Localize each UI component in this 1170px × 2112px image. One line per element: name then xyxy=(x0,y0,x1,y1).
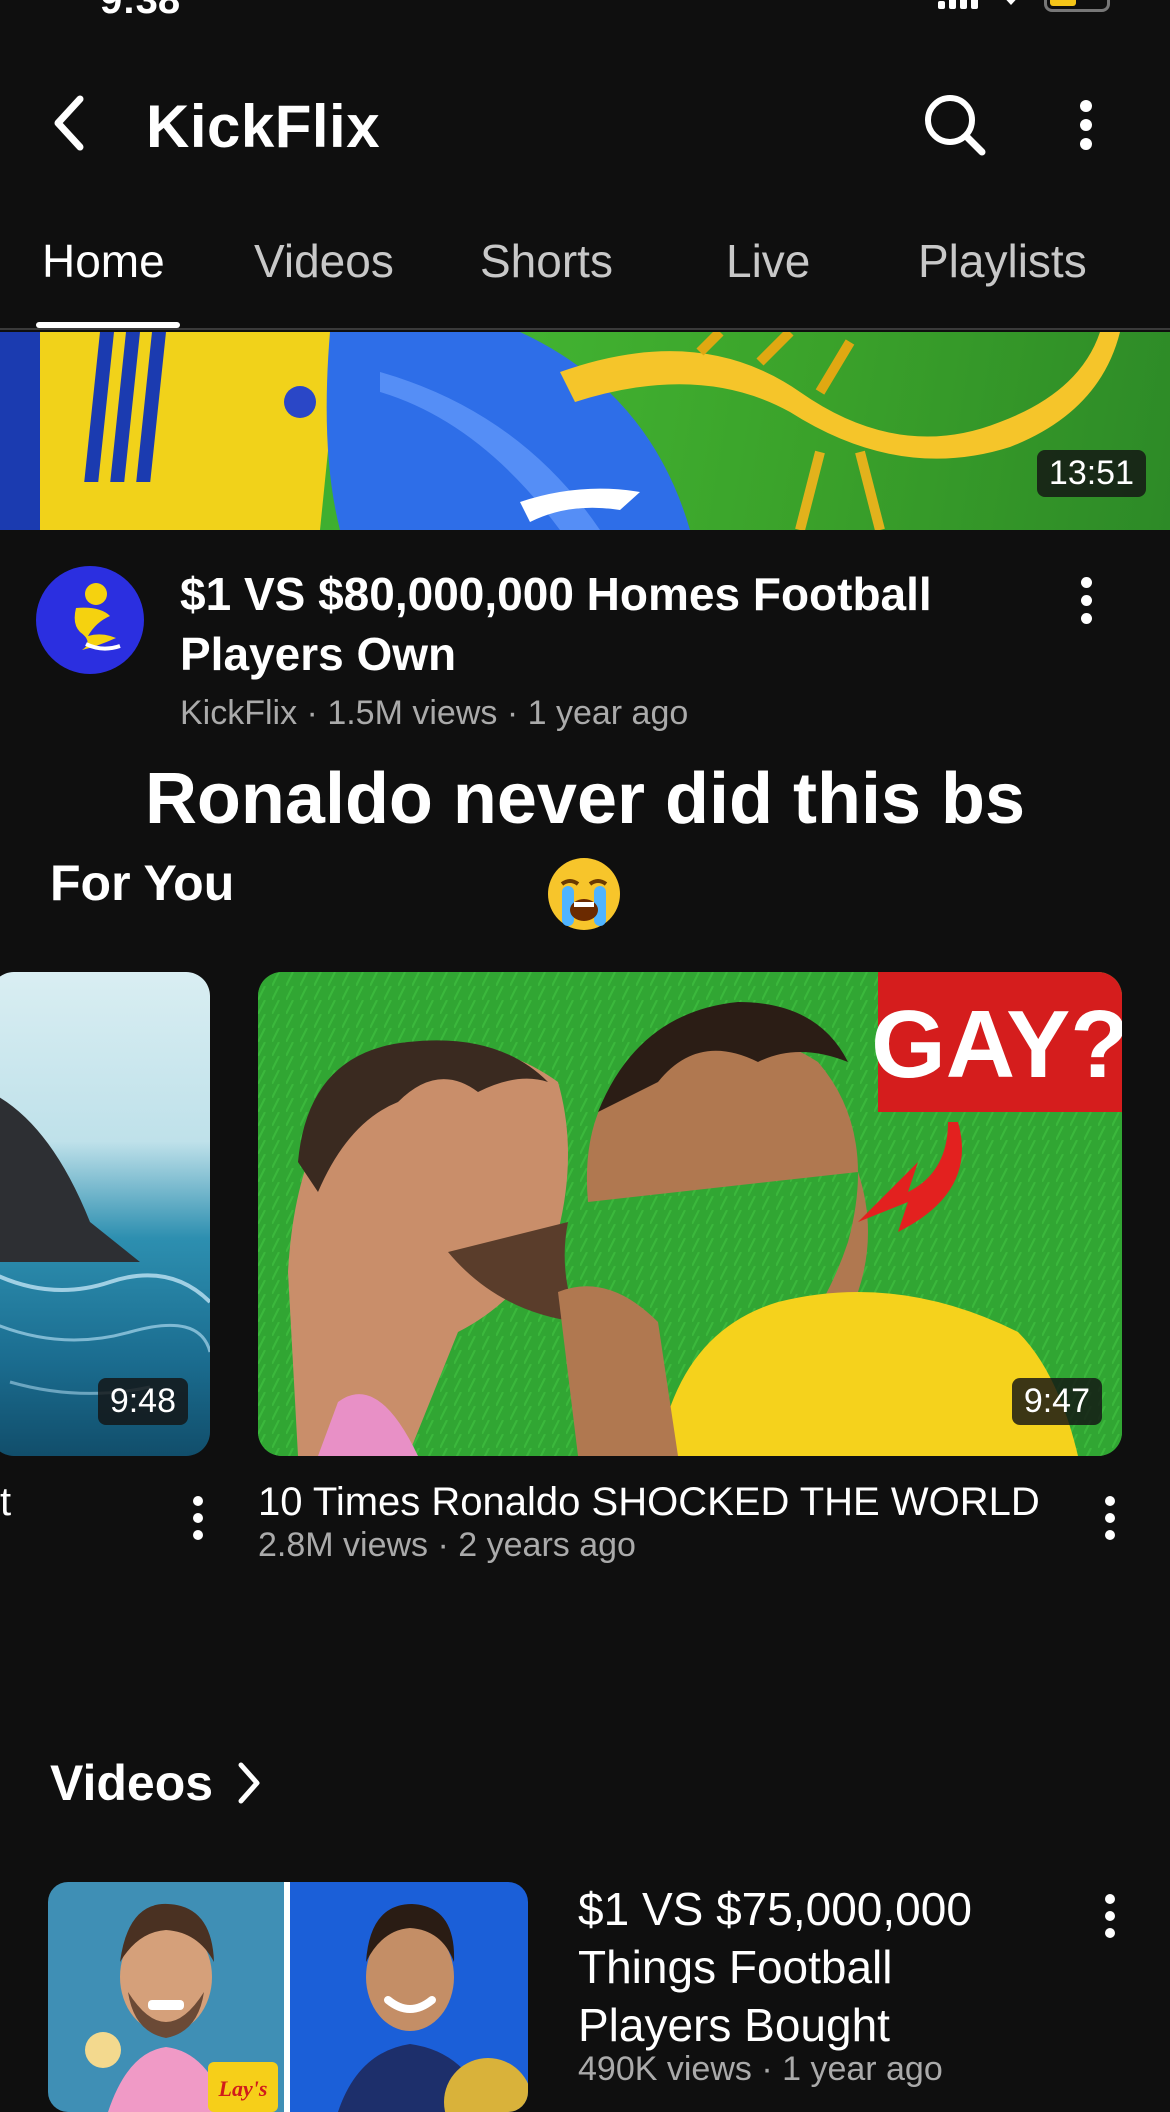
featured-video-menu-button[interactable] xyxy=(1068,570,1104,630)
featured-video-thumbnail[interactable]: 13:51 xyxy=(0,332,1170,530)
search-icon xyxy=(925,95,986,156)
for-you-heading: For You xyxy=(50,855,235,911)
video-duration: 13:51 xyxy=(1036,450,1146,497)
thumbnail-banner-text: GAY? xyxy=(871,991,1122,1098)
search-button[interactable] xyxy=(920,90,990,160)
channel-logo-icon xyxy=(74,583,121,651)
truncated-video-title: t xyxy=(0,1480,12,1524)
tab-videos[interactable]: Videos xyxy=(254,234,394,288)
for-you-card-menu-button[interactable] xyxy=(1092,1488,1128,1548)
for-you-card[interactable]: GAY? 9:47 xyxy=(258,972,1122,1456)
channel-title: KickFlix xyxy=(146,93,381,160)
tab-playlists[interactable]: Playlists xyxy=(918,234,1087,288)
channel-tabs: Home Videos Shorts Live Playlists xyxy=(0,220,1170,330)
videos-section-link[interactable]: Videos xyxy=(50,1754,263,1812)
wifi-icon xyxy=(1006,0,1016,5)
tab-live[interactable]: Live xyxy=(726,234,810,288)
featured-thumbnail-art xyxy=(0,332,1120,530)
video-menu-button[interactable] xyxy=(1092,1886,1128,1946)
video-duration: 9:47 xyxy=(1011,1378,1102,1425)
more-vert-icon xyxy=(1105,1894,1115,1938)
more-vert-icon xyxy=(1080,576,1092,624)
tab-home[interactable]: Home xyxy=(42,234,165,288)
tab-shorts[interactable]: Shorts xyxy=(480,234,613,288)
video-duration: 9:48 xyxy=(97,1378,188,1425)
more-vert-icon xyxy=(193,1496,203,1540)
channel-avatar[interactable] xyxy=(36,566,144,674)
video-title[interactable]: $1 VS $75,000,000 Things Football Player… xyxy=(578,1880,1018,2054)
for-you-video-title[interactable]: 10 Times Ronaldo SHOCKED THE WORLD xyxy=(258,1480,1040,1525)
more-options-button[interactable] xyxy=(1058,90,1114,160)
chevron-right-icon xyxy=(238,1762,260,1804)
more-vert-icon xyxy=(1105,1496,1115,1540)
ronaldo-thumbnail-art: GAY? xyxy=(258,972,1122,1456)
videos-heading: Videos xyxy=(50,1755,214,1811)
cellular-signal-icon xyxy=(938,0,978,9)
chevron-left-icon xyxy=(54,95,84,151)
video-meta: 490K views · 1 year ago xyxy=(578,2050,943,2088)
video-thumbnail[interactable]: Lay's xyxy=(48,1882,528,2112)
featured-video-meta: KickFlix · 1.5M views · 1 year ago xyxy=(180,694,689,732)
loudly-crying-face-icon xyxy=(548,858,620,930)
partial-card-menu-button[interactable] xyxy=(180,1488,216,1548)
messi-ronaldo-thumbnail-art: Lay's xyxy=(48,1882,528,2112)
more-vert-icon xyxy=(1080,100,1092,150)
active-tab-indicator xyxy=(36,322,180,328)
battery-icon xyxy=(1044,0,1110,12)
status-icons xyxy=(938,0,1110,12)
for-you-card-partial[interactable]: 9:48 xyxy=(0,972,210,1456)
for-you-video-meta: 2.8M views · 2 years ago xyxy=(258,1526,636,1564)
status-time: 9:38 xyxy=(100,0,181,22)
back-button[interactable] xyxy=(40,88,96,158)
overlay-caption: Ronaldo never did this bs xyxy=(144,759,1026,839)
featured-video-title[interactable]: $1 VS $80,000,000 Homes Football Players… xyxy=(180,564,1010,684)
